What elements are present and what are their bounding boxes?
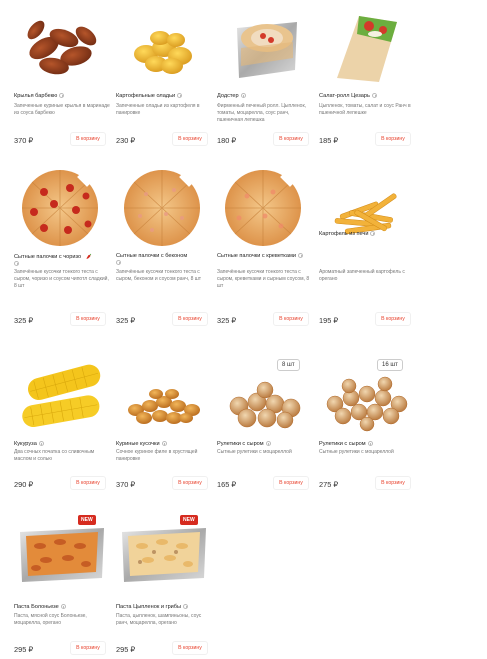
info-icon[interactable] xyxy=(161,441,167,447)
add-to-cart-button[interactable]: В корзину xyxy=(273,132,309,146)
product-price: 325 ₽ xyxy=(217,316,237,325)
product-description: Цыпленок, томаты, салат и соус Ранч в пш… xyxy=(319,103,411,116)
product-price: 295 ₽ xyxy=(14,645,34,654)
bbq-wings-image xyxy=(27,20,97,75)
corn-image xyxy=(22,364,101,428)
product-description: Паста, цыпленок, шампиньоны, соус ранч, … xyxy=(116,613,202,626)
potato-pancakes-image xyxy=(134,31,192,74)
new-badge: NEW xyxy=(180,515,198,525)
product-price: 325 ₽ xyxy=(116,316,136,325)
new-badge: NEW xyxy=(78,515,96,525)
product-description: Запечённые кусочки тонкого теста с сыром… xyxy=(217,269,310,289)
add-to-cart-button[interactable]: В корзину xyxy=(70,641,106,655)
info-icon[interactable] xyxy=(14,261,19,266)
add-to-cart-button[interactable]: В корзину xyxy=(70,132,106,146)
add-to-cart-button[interactable]: В корзину xyxy=(273,476,309,490)
add-to-cart-button[interactable]: В корзину xyxy=(172,476,208,490)
product-price: 165 ₽ xyxy=(217,480,237,489)
product-price: 295 ₽ xyxy=(116,645,136,654)
add-to-cart-button[interactable]: В корзину xyxy=(172,312,208,326)
product-description: Запечённые кусочки тонкого теста с сыром… xyxy=(116,269,202,282)
product-title[interactable]: Крылья барбекю xyxy=(14,93,110,100)
add-to-cart-button[interactable]: В корзину xyxy=(172,132,208,146)
info-icon[interactable] xyxy=(367,441,373,447)
product-title[interactable]: Сытные палочки с беконом xyxy=(116,253,212,267)
add-to-cart-button[interactable]: В корзину xyxy=(375,132,411,146)
product-title[interactable]: Кукуруза xyxy=(14,441,110,448)
product-title[interactable]: Рулетики с сыром xyxy=(217,441,313,448)
info-icon[interactable] xyxy=(240,93,246,99)
info-icon[interactable] xyxy=(183,604,189,610)
product-description: Сочное куриное филе в хрустящей панировк… xyxy=(116,449,198,462)
info-icon[interactable] xyxy=(38,441,44,447)
product-price: 370 ₽ xyxy=(14,136,34,145)
info-icon[interactable] xyxy=(60,604,66,610)
product-price: 290 ₽ xyxy=(14,480,34,489)
product-price: 325 ₽ xyxy=(14,316,34,325)
add-to-cart-button[interactable]: В корзину xyxy=(375,312,411,326)
product-price: 195 ₽ xyxy=(319,316,339,325)
product-description: Два сочных початка со сливочным маслом и… xyxy=(14,449,95,462)
product-title[interactable]: Рулетики с сыром xyxy=(319,441,415,448)
info-icon[interactable] xyxy=(297,253,303,259)
product-description: Запеченные оладьи из картофеля в паниров… xyxy=(116,103,200,116)
product-title[interactable]: Картофель из печи xyxy=(319,231,415,238)
quantity-badge: 16 шт xyxy=(377,359,403,371)
product-title[interactable]: Сытные палочки с креветками xyxy=(217,253,313,260)
info-icon[interactable] xyxy=(177,93,183,99)
spicy-pepper-icon xyxy=(86,253,92,259)
product-price: 230 ₽ xyxy=(116,136,136,145)
product-description: Фирменный печеный ролл. Цыпленок, томаты… xyxy=(217,103,307,123)
product-title[interactable]: Додстер xyxy=(217,93,313,100)
bacon-sticks-image xyxy=(124,168,200,246)
chicken-nuggets-image xyxy=(128,389,200,424)
chorizo-sticks-image xyxy=(22,168,98,246)
info-icon[interactable] xyxy=(265,441,271,447)
add-to-cart-button[interactable]: В корзину xyxy=(70,476,106,490)
product-description: Запечённые кусочки тонкого теста с сыром… xyxy=(14,269,109,289)
info-icon[interactable] xyxy=(371,93,377,99)
product-price: 275 ₽ xyxy=(319,480,339,489)
product-price: 370 ₽ xyxy=(116,480,136,489)
product-description: Сытные рулетики с моцареллой xyxy=(217,449,292,455)
product-title[interactable]: Куриные кусочки xyxy=(116,441,212,448)
add-to-cart-button[interactable]: В корзину xyxy=(273,312,309,326)
product-price: 185 ₽ xyxy=(319,136,339,145)
product-title[interactable]: Паста Цыпленок и грибы xyxy=(116,604,212,611)
add-to-cart-button[interactable]: В корзину xyxy=(70,312,106,326)
product-title[interactable]: Салат-ролл Цезарь xyxy=(319,93,415,100)
add-to-cart-button[interactable]: В корзину xyxy=(172,641,208,655)
info-icon[interactable] xyxy=(116,260,121,266)
info-icon[interactable] xyxy=(370,231,376,237)
caesar-roll-image xyxy=(337,16,397,82)
quantity-badge: 8 шт xyxy=(277,359,300,371)
product-title[interactable]: Картофельные оладьи xyxy=(116,93,212,100)
product-price: 180 ₽ xyxy=(217,136,237,145)
product-description: Ароматный запеченный картофель с орегано xyxy=(319,269,405,282)
product-description: Запеченные куриные крылья в маринаде из … xyxy=(14,103,110,116)
dodster-image xyxy=(237,22,297,78)
shrimp-sticks-image xyxy=(225,168,301,246)
add-to-cart-button[interactable]: В корзину xyxy=(375,476,411,490)
product-description: Сытные рулетики с моцареллой xyxy=(319,449,394,455)
product-title[interactable]: Сытные палочки с чоризо xyxy=(14,253,110,268)
info-icon[interactable] xyxy=(59,93,65,99)
product-description: Паста, мясной соус Болоньезе, моцарелла,… xyxy=(14,613,87,626)
product-title[interactable]: Паста Болоньезе xyxy=(14,604,110,611)
